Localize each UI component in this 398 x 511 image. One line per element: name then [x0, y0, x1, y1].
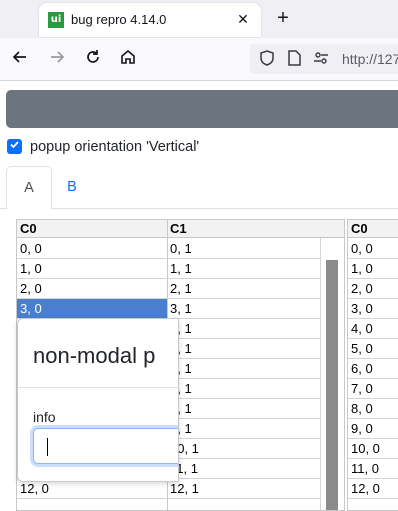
grid-scrollbar-thumb[interactable]	[326, 260, 338, 510]
forward-arrow-icon[interactable]	[46, 48, 68, 70]
grid-cell[interactable]: 1, 0	[17, 259, 167, 279]
text-caret	[47, 438, 48, 456]
grid2-cell[interactable]: 12, 0	[348, 479, 398, 499]
grid-cell[interactable]: 11, 1	[167, 459, 320, 479]
tab-a[interactable]: A	[6, 166, 52, 210]
grid-cell[interactable]: 4, 1	[167, 319, 320, 339]
home-icon[interactable]	[117, 48, 139, 70]
orientation-checkbox-label[interactable]: popup orientation 'Vertical'	[30, 139, 199, 155]
permissions-icon[interactable]	[312, 50, 330, 68]
grid2-cell[interactable]: 9, 0	[348, 419, 398, 439]
close-tab-icon[interactable]: ✕	[233, 9, 253, 29]
url-bar[interactable]: http://127	[250, 44, 398, 74]
grid2-cell[interactable]: 4, 0	[348, 319, 398, 339]
grid2-cell[interactable]: 1, 0	[348, 259, 398, 279]
back-arrow-icon[interactable]	[9, 48, 31, 70]
grid-cell[interactable]: 0, 1	[167, 239, 320, 259]
grid2-cell[interactable]: 10, 0	[348, 439, 398, 459]
grid-cell[interactable]: 9, 1	[167, 419, 320, 439]
data-grid-2[interactable]: C0 0, 0 1, 0 2, 0 3, 0 4, 0 5, 0 6, 0 7, 0 8, 09…	[347, 219, 398, 511]
header-banner	[6, 90, 398, 128]
info-label: info	[33, 409, 56, 425]
grid-cell[interactable]: 5, 1	[167, 339, 320, 359]
page-tabs: A B	[0, 166, 398, 210]
browser-tabstrip: ui bug repro 4.14.0 ✕ +	[0, 0, 398, 38]
grid-cell[interactable]: 10, 1	[167, 439, 320, 459]
grid2-cell[interactable]: 5, 0	[348, 339, 398, 359]
grid2-cell[interactable]: 11, 0	[348, 459, 398, 479]
popup-divider	[18, 387, 178, 388]
grid2-cell[interactable]: 2, 0	[348, 279, 398, 299]
grid2-cell[interactable]: 6, 0	[348, 359, 398, 379]
page-icon[interactable]	[285, 50, 303, 68]
grid-cell[interactable]: 12, 0	[17, 479, 167, 499]
info-input[interactable]	[33, 428, 178, 464]
grid-cell[interactable]: 3, 0	[17, 299, 167, 319]
new-tab-icon[interactable]: +	[272, 6, 294, 30]
tab-b[interactable]: B	[58, 166, 86, 208]
orientation-checkbox[interactable]	[7, 139, 22, 154]
grid-cell[interactable]: 7, 1	[167, 379, 320, 399]
popup-title: non-modal p	[33, 343, 156, 368]
shield-icon[interactable]	[258, 50, 276, 68]
favicon-icon: ui	[48, 12, 64, 28]
grid-cell[interactable]: 2, 0	[17, 279, 167, 299]
grid-cell[interactable]: 12, 1	[167, 479, 320, 499]
grid-cell[interactable]: 8, 1	[167, 399, 320, 419]
column-header-c1[interactable]: C1	[167, 220, 320, 238]
grid2-column-header-c0[interactable]: C0	[348, 220, 398, 238]
reload-icon[interactable]	[82, 48, 104, 70]
browser-tab[interactable]: ui bug repro 4.14.0 ✕	[39, 3, 261, 37]
tab-title: bug repro 4.14.0	[71, 12, 167, 27]
grid2-cell[interactable]: 8, 0	[348, 399, 398, 419]
grid-cell[interactable]: 0, 0	[17, 239, 167, 259]
grid2-cell[interactable]: 0, 0	[348, 239, 398, 259]
non-modal-popup: non-modal p info	[17, 318, 179, 482]
column-header-c0[interactable]: C0	[17, 220, 167, 238]
grid-cell[interactable]: 2, 1	[167, 279, 320, 299]
grid-scrollbar[interactable]	[320, 238, 343, 510]
grid-cell[interactable]: 3, 1	[167, 299, 320, 319]
grid2-cell[interactable]: 7, 0	[348, 379, 398, 399]
navigation-bar: http://127	[0, 38, 398, 81]
column-header-filler	[320, 220, 344, 238]
grid2-cell[interactable]: 3, 0	[348, 299, 398, 319]
grid-cell[interactable]: 6, 1	[167, 359, 320, 379]
url-text: http://127	[342, 51, 398, 67]
grid-cell[interactable]: 1, 1	[167, 259, 320, 279]
